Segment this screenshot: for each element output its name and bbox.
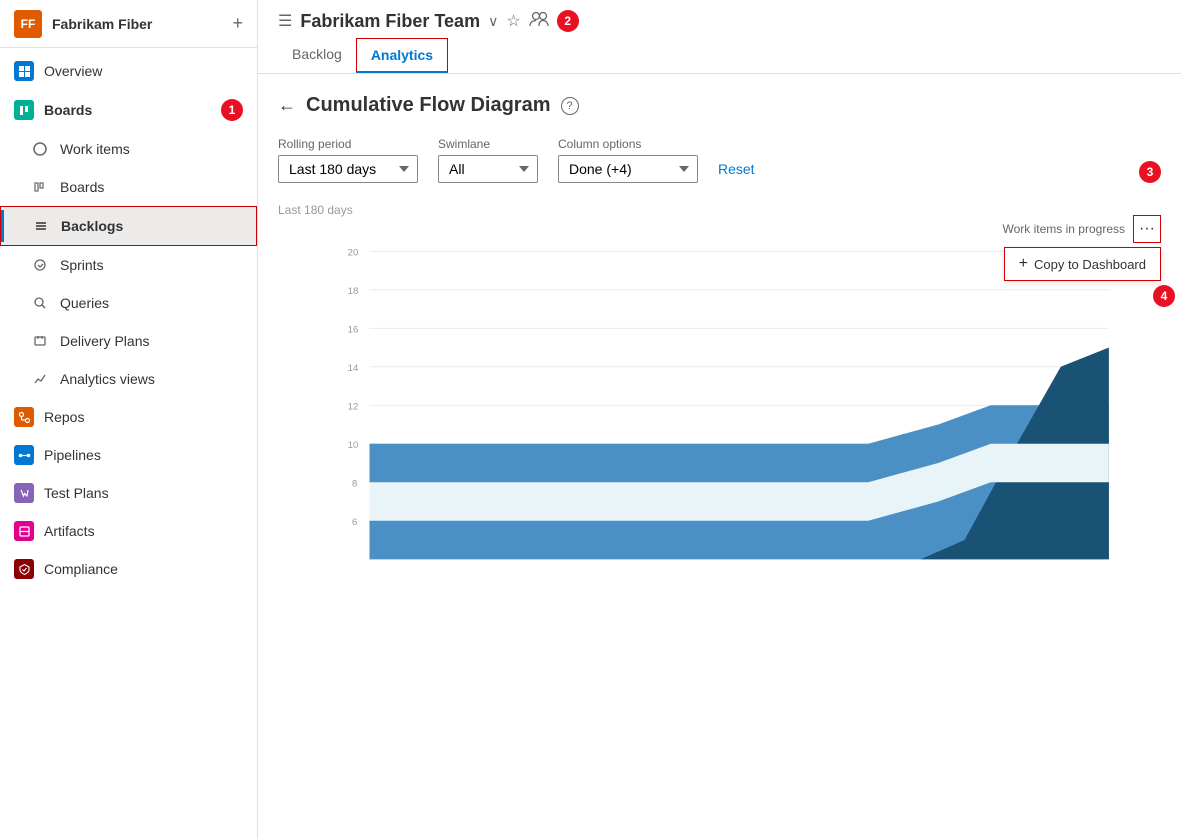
sidebar-item-label: Work items (60, 141, 130, 157)
org-avatar[interactable]: FF (14, 10, 42, 38)
boards-icon (14, 100, 34, 120)
main-content: ☰ Fabrikam Fiber Team ∨ ☆ 2 Backlog Anal… (258, 0, 1181, 839)
sidebar-item-test-plans[interactable]: Test Plans (0, 474, 257, 512)
sidebar: FF Fabrikam Fiber + Overview Boards 1 Wo… (0, 0, 258, 839)
team-chevron-icon[interactable]: ∨ (488, 13, 498, 30)
svg-text:20: 20 (348, 248, 359, 259)
column-options-label: Column options (558, 137, 698, 151)
delivery-plans-icon (30, 331, 50, 351)
sidebar-item-label: Repos (44, 409, 84, 425)
content-area: ← Cumulative Flow Diagram ? Rolling peri… (258, 74, 1181, 839)
team-name: Fabrikam Fiber Team (300, 11, 480, 32)
svg-text:8: 8 (352, 479, 357, 490)
step-badge-3: 3 (1139, 161, 1161, 183)
sidebar-item-label: Boards (44, 102, 92, 118)
swimlane-label: Swimlane (438, 137, 538, 151)
column-options-select[interactable]: Done (+4) Active Resolved Closed (558, 155, 698, 183)
rolling-period-select[interactable]: Last 30 days Last 60 days Last 90 days L… (278, 155, 418, 183)
hamburger-icon[interactable]: ☰ (278, 11, 292, 31)
org-title: Fabrikam Fiber (52, 16, 232, 32)
queries-icon (30, 293, 50, 313)
work-items-icon (30, 139, 50, 159)
sidebar-item-label: Backlogs (61, 218, 123, 234)
back-button[interactable]: ← (278, 95, 296, 116)
sidebar-item-sprints[interactable]: Sprints (0, 246, 257, 284)
sidebar-item-label: Queries (60, 295, 109, 311)
sidebar-item-label: Delivery Plans (60, 333, 149, 349)
chart-controls: Work items in progress ··· + Copy to Das… (1003, 215, 1161, 307)
backlogs-icon (31, 216, 51, 236)
team-members-icon[interactable] (529, 11, 549, 32)
svg-text:12: 12 (348, 402, 359, 413)
sidebar-item-repos[interactable]: Repos (0, 398, 257, 436)
header-top: ☰ Fabrikam Fiber Team ∨ ☆ 2 (278, 10, 1161, 32)
favorite-icon[interactable]: ☆ (506, 11, 520, 31)
sidebar-header: FF Fabrikam Fiber + (0, 0, 257, 48)
step-badge-2: 2 (557, 10, 579, 32)
sidebar-item-label: Overview (44, 63, 102, 79)
work-items-label: Work items in progress (1003, 222, 1125, 236)
header-tabs: Backlog Analytics (278, 38, 1161, 73)
swimlane-filter: Swimlane All Default Expedite (438, 137, 538, 183)
sidebar-item-boards-group[interactable]: Boards 1 (0, 90, 257, 130)
tab-backlog[interactable]: Backlog (278, 38, 356, 73)
sidebar-item-backlogs[interactable]: Backlogs (0, 206, 257, 246)
main-header: ☰ Fabrikam Fiber Team ∨ ☆ 2 Backlog Anal… (258, 0, 1181, 74)
ellipsis-button[interactable]: ··· (1133, 215, 1161, 243)
pipelines-icon (14, 445, 34, 465)
chart-wrapper: Work items in progress ··· + Copy to Das… (278, 225, 1161, 648)
column-options-filter: Column options Done (+4) Active Resolved… (558, 137, 698, 183)
help-icon[interactable]: ? (561, 97, 579, 115)
sidebar-item-overview[interactable]: Overview (0, 52, 257, 90)
svg-text:14: 14 (348, 363, 359, 374)
analytics-views-icon (30, 369, 50, 389)
chart-controls-row: Work items in progress ··· (1003, 215, 1161, 243)
title-row: ← Cumulative Flow Diagram ? (278, 94, 1161, 117)
svg-text:6: 6 (352, 517, 357, 528)
sidebar-item-queries[interactable]: Queries (0, 284, 257, 322)
step-badge-4: 4 (1153, 285, 1175, 307)
sidebar-item-work-items[interactable]: Work items (0, 130, 257, 168)
swimlane-select[interactable]: All Default Expedite (438, 155, 538, 183)
add-project-button[interactable]: + (232, 13, 243, 34)
sidebar-item-label: Compliance (44, 561, 118, 577)
copy-dashboard-label: Copy to Dashboard (1034, 257, 1146, 272)
chart-container: Last 180 days Work items in progress ···… (278, 203, 1161, 648)
sidebar-item-analytics-views[interactable]: Analytics views (0, 360, 257, 398)
svg-text:18: 18 (348, 286, 359, 297)
tab-analytics[interactable]: Analytics (356, 38, 448, 73)
rolling-period-filter: Rolling period Last 30 days Last 60 days… (278, 137, 418, 183)
repos-icon (14, 407, 34, 427)
page-title: Cumulative Flow Diagram (306, 94, 551, 117)
overview-icon (14, 61, 34, 81)
plus-icon: + (1019, 255, 1028, 273)
sidebar-item-label: Artifacts (44, 523, 95, 539)
sidebar-item-pipelines[interactable]: Pipelines (0, 436, 257, 474)
artifacts-icon (14, 521, 34, 541)
sidebar-item-label: Analytics views (60, 371, 155, 387)
test-plans-icon (14, 483, 34, 503)
compliance-icon (14, 559, 34, 579)
sidebar-item-compliance[interactable]: Compliance (0, 550, 257, 588)
copy-to-dashboard-button[interactable]: + Copy to Dashboard (1004, 247, 1161, 281)
sidebar-item-label: Sprints (60, 257, 104, 273)
sidebar-item-label: Boards (60, 179, 104, 195)
sprints-icon (30, 255, 50, 275)
sidebar-item-boards[interactable]: Boards (0, 168, 257, 206)
sidebar-item-delivery-plans[interactable]: Delivery Plans (0, 322, 257, 360)
sidebar-item-label: Pipelines (44, 447, 101, 463)
sidebar-nav: Overview Boards 1 Work items Boards (0, 48, 257, 839)
boards-sub-icon (30, 177, 50, 197)
sidebar-item-artifacts[interactable]: Artifacts (0, 512, 257, 550)
filters-row: Rolling period Last 30 days Last 60 days… (278, 137, 1161, 183)
svg-text:16: 16 (348, 325, 359, 336)
reset-button[interactable]: Reset (718, 155, 755, 183)
svg-text:10: 10 (348, 440, 359, 451)
sidebar-item-label: Test Plans (44, 485, 109, 501)
step-badge-1: 1 (221, 99, 243, 121)
rolling-period-label: Rolling period (278, 137, 418, 151)
